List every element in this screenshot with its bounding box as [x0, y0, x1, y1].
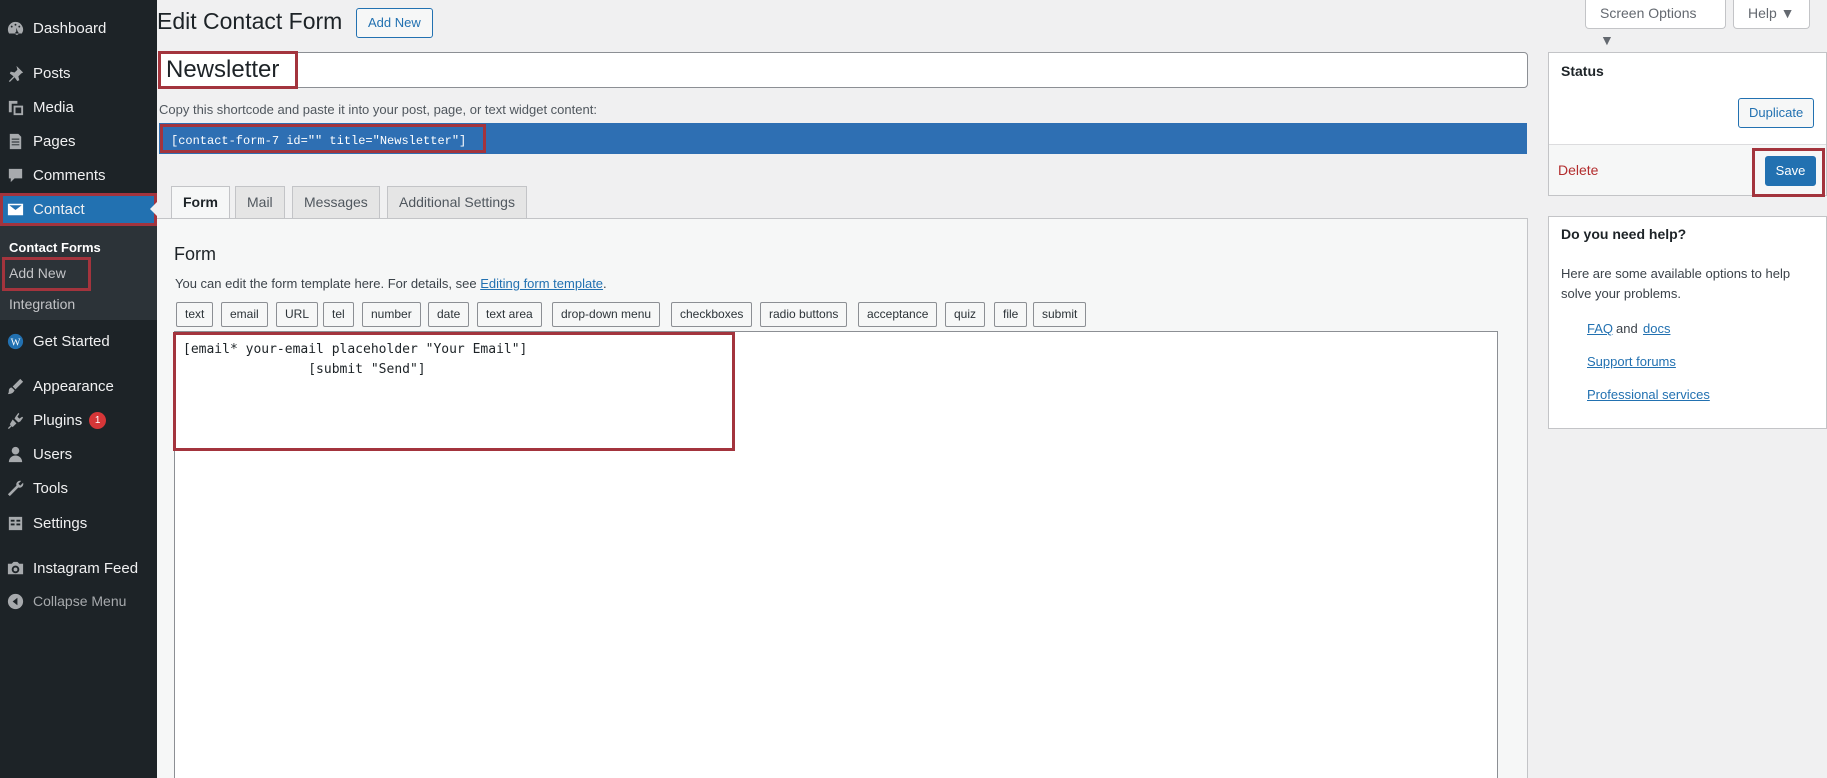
- tab-messages[interactable]: Messages: [292, 186, 380, 219]
- submenu-item-integration[interactable]: Integration: [9, 296, 75, 312]
- add-new-button[interactable]: Add New: [356, 8, 433, 38]
- pages-icon: [4, 130, 26, 152]
- tag-button-quiz[interactable]: quiz: [945, 302, 986, 327]
- svg-text:W: W: [10, 337, 20, 348]
- tag-button-drop-down-menu[interactable]: drop-down menu: [552, 302, 661, 327]
- shortcode-description: Copy this shortcode and paste it into yo…: [159, 102, 597, 117]
- update-count-badge: 1: [89, 411, 107, 429]
- media-icon: [4, 96, 26, 118]
- tab-additional-settings[interactable]: Additional Settings: [387, 186, 527, 219]
- sidebar-item-comments[interactable]: Comments: [0, 159, 157, 191]
- submenu-item-add-new[interactable]: Add New: [2, 257, 91, 291]
- pin-icon: [4, 62, 26, 84]
- help-button[interactable]: Help ▼: [1733, 0, 1810, 29]
- support-forums-link[interactable]: Support forums: [1587, 354, 1676, 369]
- form-panel-heading: Form: [174, 244, 216, 264]
- sidebar-item-label: Media: [33, 98, 74, 116]
- comments-icon: [4, 164, 26, 186]
- shortcode-text[interactable]: [contact-form-7 id="" title="Newsletter"…: [160, 124, 486, 153]
- tag-button-text[interactable]: text: [176, 302, 214, 327]
- sidebar-item-label: Instagram Feed: [33, 559, 139, 577]
- help-title: Do you need help?: [1561, 226, 1687, 242]
- faq-link[interactable]: FAQ: [1587, 321, 1613, 336]
- docs-link[interactable]: docs: [1643, 321, 1670, 336]
- form-desc-text: You can edit the form template here. For…: [175, 276, 477, 291]
- collapse-menu-button[interactable]: Collapse Menu: [0, 585, 157, 617]
- sidebar-item-label: Users: [33, 445, 73, 463]
- sidebar-item-posts[interactable]: Posts: [0, 57, 157, 89]
- form-title-input[interactable]: Newsletter: [158, 52, 1528, 88]
- sidebar-item-get-started[interactable]: W Get Started: [0, 325, 157, 357]
- tag-button-url[interactable]: URL: [276, 302, 319, 327]
- tab-form[interactable]: Form: [171, 186, 230, 220]
- sidebar-item-plugins[interactable]: Plugins 1: [0, 404, 157, 436]
- tag-button-number[interactable]: number: [362, 302, 421, 327]
- sidebar-item-label: Plugins: [33, 411, 83, 429]
- sidebar-item-label: Dashboard: [33, 19, 107, 37]
- collapse-icon: [4, 590, 26, 612]
- screen-options-button[interactable]: Screen Options ▼: [1585, 0, 1726, 48]
- tag-button-tel[interactable]: tel: [323, 302, 354, 327]
- duplicate-button[interactable]: Duplicate: [1738, 98, 1815, 128]
- tag-button-radio-buttons[interactable]: radio buttons: [760, 302, 848, 327]
- sidebar-item-label: Pages: [33, 132, 76, 150]
- sidebar-item-label: Comments: [33, 166, 106, 184]
- plugin-icon: [4, 409, 26, 431]
- sidebar-item-label: Settings: [33, 514, 88, 532]
- tag-button-email[interactable]: email: [221, 302, 268, 327]
- tag-button-checkboxes[interactable]: checkboxes: [671, 302, 753, 327]
- sidebar-item-dashboard[interactable]: Dashboard: [0, 12, 157, 44]
- envelope-icon: [4, 199, 26, 221]
- tag-button-submit[interactable]: submit: [1033, 302, 1087, 327]
- tag-button-file[interactable]: file: [994, 302, 1028, 327]
- page-title: Edit Contact Form: [157, 8, 343, 34]
- tag-button-text-area[interactable]: text area: [477, 302, 542, 327]
- sidebar-item-appearance[interactable]: Appearance: [0, 370, 157, 402]
- tab-mail[interactable]: Mail: [235, 186, 285, 219]
- professional-services-link[interactable]: Professional services: [1587, 387, 1710, 402]
- editing-form-template-link[interactable]: Editing form template: [480, 276, 603, 291]
- sidebar-item-label: Collapse Menu: [33, 593, 127, 609]
- form-template-code[interactable]: [email* your-email placeholder "Your Ema…: [173, 332, 735, 451]
- form-desc-end: .: [603, 276, 607, 291]
- sidebar-item-users[interactable]: Users: [0, 438, 157, 470]
- admin-sidebar: Dashboard Posts Media Pages Comments Con…: [0, 0, 157, 778]
- sidebar-item-pages[interactable]: Pages: [0, 125, 157, 157]
- wrench-icon: [4, 477, 26, 499]
- sidebar-item-instagram-feed[interactable]: Instagram Feed: [0, 552, 157, 584]
- settings-icon: [4, 512, 26, 534]
- form-panel-description: You can edit the form template here. For…: [175, 276, 607, 291]
- sidebar-item-label: Appearance: [33, 377, 114, 395]
- wordpress-icon: W: [4, 330, 26, 352]
- sidebar-item-label: Get Started: [33, 332, 110, 350]
- tag-button-date[interactable]: date: [428, 302, 470, 327]
- sidebar-item-label: Tools: [33, 479, 69, 497]
- delete-link[interactable]: Delete: [1558, 162, 1598, 178]
- sidebar-item-settings[interactable]: Settings: [0, 507, 157, 539]
- sidebar-item-tools[interactable]: Tools: [0, 472, 157, 504]
- save-button[interactable]: Save: [1765, 156, 1816, 186]
- users-icon: [4, 443, 26, 465]
- dashboard-icon: [4, 17, 26, 39]
- sidebar-item-contact[interactable]: Contact: [0, 193, 157, 226]
- submenu-item-contact-forms[interactable]: Contact Forms: [9, 240, 101, 255]
- help-description: Here are some available options to help …: [1561, 266, 1791, 301]
- sidebar-item-label: Posts: [33, 64, 71, 82]
- sidebar-item-label: Contact: [33, 201, 85, 218]
- status-title: Status: [1561, 63, 1604, 79]
- sidebar-item-media[interactable]: Media: [0, 91, 157, 123]
- help-and-text: and: [1616, 321, 1638, 336]
- tag-button-acceptance[interactable]: acceptance: [858, 302, 938, 327]
- camera-icon: [4, 557, 26, 579]
- brush-icon: [4, 375, 26, 397]
